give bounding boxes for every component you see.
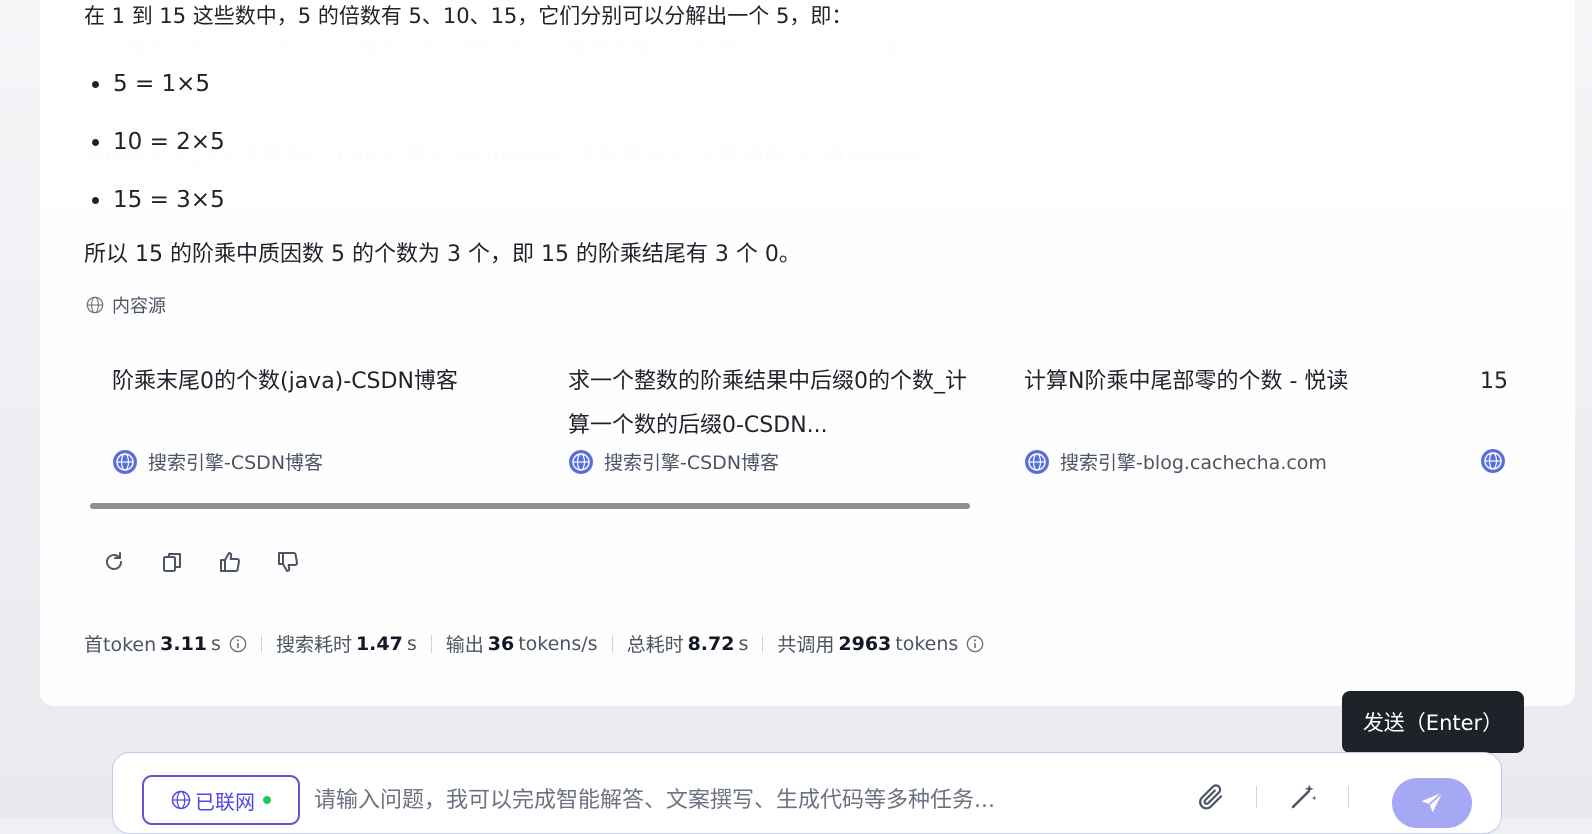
source-origin-label: 搜索引擎-blog.cachecha.com	[1060, 452, 1327, 474]
output-rate-value: 36	[487, 632, 515, 655]
sources-heading: 内容源	[86, 292, 166, 318]
answer-conclusion: 所以 15 的阶乘中质因数 5 的个数为 3 个，即 15 的阶乘结尾有 3 个…	[84, 242, 801, 267]
info-icon[interactable]	[966, 635, 984, 653]
source-origin: 搜索引擎-CSDN博客	[112, 448, 323, 475]
total-time-unit: s	[738, 632, 749, 655]
bullet-dot	[92, 80, 99, 88]
search-time-value: 1.47	[355, 632, 403, 655]
answer-intro: 在 1 到 15 这些数中，5 的倍数有 5、10、15，它们分别可以分解出一个…	[84, 4, 853, 28]
bullet-text: 10 = 2×5	[113, 129, 225, 155]
bullet-text: 5 = 1×5	[113, 71, 211, 97]
globe-icon	[1481, 449, 1505, 473]
globe-icon	[569, 449, 593, 474]
attachment-icon[interactable]	[1196, 782, 1226, 812]
bullet-list: 5 = 1×5 10 = 2×5 15 = 3×5	[92, 55, 225, 229]
globe-icon	[86, 296, 104, 314]
globe-icon	[113, 449, 137, 474]
first-token-unit: s	[211, 632, 221, 655]
stats-divider	[611, 634, 613, 653]
source-origin	[1480, 448, 1516, 474]
stats-divider	[260, 634, 262, 653]
globe-icon	[171, 790, 191, 810]
stats-divider	[430, 634, 432, 653]
source-card[interactable]: 15	[1480, 360, 1540, 473]
first-token-label: 首token	[84, 634, 157, 656]
magic-wand-icon[interactable]	[1288, 782, 1318, 812]
total-time-value: 8.72	[687, 632, 735, 655]
bullet-dot	[92, 196, 99, 204]
bullet-item: 15 = 3×5	[92, 171, 225, 229]
source-origin-label: 搜索引擎-CSDN博客	[604, 452, 780, 474]
search-time-label: 搜索耗时	[275, 634, 352, 656]
send-icon	[1421, 791, 1444, 813]
sources-heading-label: 内容源	[112, 296, 166, 317]
source-card[interactable]: 求一个整数的阶乘结果中后缀0的个数_计算一个数的后缀0-CSDN... 搜索引擎…	[568, 360, 968, 474]
first-token-value: 3.11	[160, 632, 208, 655]
source-title[interactable]: 15	[1480, 360, 1540, 404]
sources-scrollbar[interactable]	[90, 503, 970, 509]
thumbs-up-icon[interactable]	[216, 548, 244, 576]
generation-stats: 首token 3.11 s 搜索耗时 1.47 s 输出 36 tokens/s…	[84, 630, 984, 657]
token-calls-label: 共调用	[777, 634, 835, 656]
send-tooltip: 发送（Enter）	[1342, 691, 1524, 762]
source-card[interactable]: 计算N阶乘中尾部零的个数 - 悦读 搜索引擎-blog.cachecha.com	[1024, 360, 1424, 474]
source-origin: 搜索引擎-CSDN博客	[568, 448, 779, 475]
answer-card	[40, 0, 1575, 706]
globe-icon	[1025, 449, 1049, 474]
total-time-label: 总耗时	[626, 634, 684, 656]
toolbar-divider	[1256, 786, 1257, 808]
bullet-text: 15 = 3×5	[113, 187, 225, 213]
source-origin: 搜索引擎-blog.cachecha.com	[1024, 448, 1327, 475]
source-card[interactable]: 阶乘末尾0的个数(java)-CSDN博客 搜索引擎-CSDN博客	[112, 360, 512, 474]
output-rate-unit: tokens/s	[518, 632, 598, 655]
token-calls-unit: tokens	[895, 632, 959, 655]
thumbs-down-icon[interactable]	[274, 548, 302, 576]
output-rate-label: 输出	[445, 634, 484, 656]
answer-actions	[100, 548, 332, 576]
refresh-icon[interactable]	[100, 548, 128, 576]
copy-icon[interactable]	[158, 548, 186, 576]
token-calls-value: 2963	[838, 632, 892, 655]
source-title[interactable]: 阶乘末尾0的个数(java)-CSDN博客	[112, 360, 512, 404]
online-status-dot	[263, 796, 271, 804]
bullet-item: 5 = 1×5	[92, 55, 225, 113]
bullet-item: 10 = 2×5	[92, 113, 225, 171]
source-title[interactable]: 求一个整数的阶乘结果中后缀0的个数_计算一个数的后缀0-CSDN...	[568, 360, 968, 448]
question-input[interactable]: 请输入问题，我可以完成智能解答、文案撰写、生成代码等多种任务...	[314, 782, 995, 814]
stats-divider	[762, 634, 764, 653]
send-button[interactable]	[1392, 778, 1472, 828]
search-time-unit: s	[406, 632, 417, 655]
source-origin-label: 搜索引擎-CSDN博客	[148, 452, 324, 474]
toolbar-divider	[1348, 786, 1349, 808]
bullet-dot	[92, 138, 99, 146]
source-title[interactable]: 计算N阶乘中尾部零的个数 - 悦读	[1024, 360, 1424, 404]
info-icon[interactable]	[229, 635, 247, 653]
source-cards: 阶乘末尾0的个数(java)-CSDN博客 搜索引擎-CSDN博客 求一个整数的…	[90, 360, 1560, 490]
network-toggle-label: 已联网	[195, 789, 255, 814]
